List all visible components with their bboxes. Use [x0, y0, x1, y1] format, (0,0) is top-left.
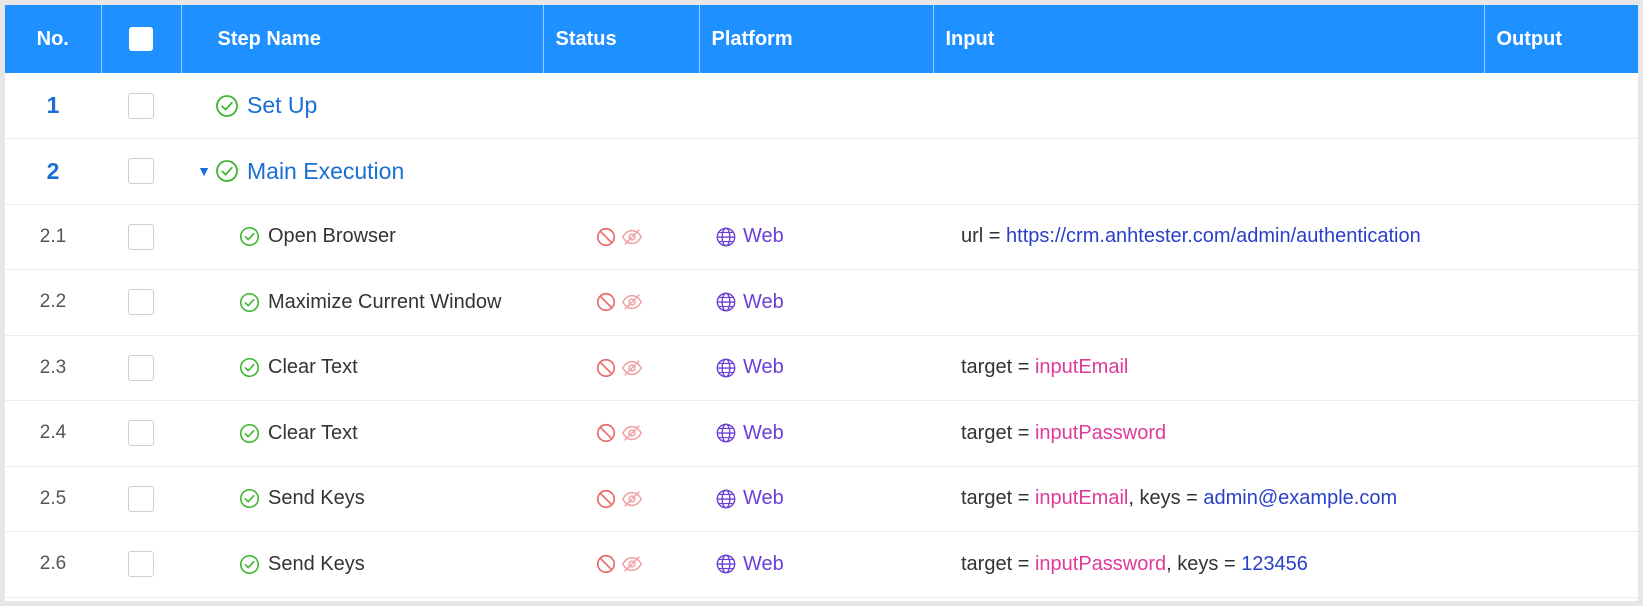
step-input: target = inputEmail: [961, 356, 1129, 379]
check-circle-icon: [215, 94, 239, 118]
table-row[interactable]: 2 ▼ Main Execution: [5, 139, 1638, 204]
row-checkbox[interactable]: [128, 289, 154, 316]
platform-label: Web: [743, 225, 784, 248]
table-row[interactable]: 2.1 Open Browser Web url = https://crm.a…: [5, 204, 1638, 270]
table-header-row: No. Step Name Status Platform Input Outp…: [5, 5, 1638, 73]
platform-label: Web: [743, 552, 784, 575]
step-table-frame: No. Step Name Status Platform Input Outp…: [5, 5, 1638, 601]
step-name[interactable]: Open Browser: [268, 225, 396, 248]
ban-icon[interactable]: [595, 291, 617, 313]
eye-off-icon[interactable]: [621, 422, 643, 444]
eye-off-icon[interactable]: [621, 291, 643, 313]
platform-label: Web: [743, 487, 784, 510]
check-circle-icon: [239, 554, 260, 575]
select-all-checkbox[interactable]: [129, 27, 153, 51]
step-name[interactable]: Clear Text: [268, 356, 358, 379]
row-checkbox[interactable]: [128, 485, 154, 512]
ban-icon[interactable]: [595, 422, 617, 444]
step-number: 2.1: [39, 225, 67, 247]
step-number: 2.6: [39, 553, 67, 575]
globe-icon: [715, 226, 737, 248]
table-row[interactable]: 1 Set Up: [5, 73, 1638, 139]
check-circle-icon: [215, 159, 239, 183]
check-circle-icon: [239, 226, 260, 247]
table-row[interactable]: 2.5 Send Keys Web target = inputEmail, k…: [5, 466, 1638, 532]
globe-icon: [715, 553, 737, 575]
check-circle-icon: [239, 357, 260, 378]
ban-icon[interactable]: [595, 357, 617, 379]
eye-off-icon[interactable]: [621, 488, 643, 510]
platform-label: Web: [743, 290, 784, 313]
input-keys-value: 123456: [1241, 552, 1308, 575]
row-checkbox[interactable]: [128, 420, 154, 447]
input-target-value: inputPassword: [1034, 552, 1167, 575]
step-number: 2.3: [39, 356, 67, 378]
step-output: [1484, 401, 1638, 467]
row-checkbox[interactable]: [128, 158, 154, 185]
row-checkbox[interactable]: [128, 223, 154, 250]
eye-off-icon[interactable]: [621, 357, 643, 379]
column-header-select-all[interactable]: [101, 5, 182, 73]
step-output: [1484, 335, 1638, 401]
check-circle-icon: [239, 423, 260, 444]
step-output: [1484, 466, 1638, 532]
globe-icon: [715, 422, 737, 444]
column-header-step-name[interactable]: Step Name: [181, 5, 544, 73]
platform-label: Web: [743, 356, 784, 379]
row-checkbox[interactable]: [128, 354, 154, 381]
eye-off-icon[interactable]: [621, 553, 643, 575]
table-row[interactable]: 2.2 Maximize Current Window Web: [5, 270, 1638, 336]
input-target-value: inputEmail: [1034, 487, 1129, 510]
input-keys-value: admin@example.com: [1203, 487, 1398, 510]
row-checkbox[interactable]: [128, 551, 154, 578]
table-row[interactable]: 2.3 Clear Text Web target = inputEmail: [5, 335, 1638, 401]
ban-icon[interactable]: [595, 226, 617, 248]
step-output: [1484, 532, 1638, 598]
check-circle-icon: [239, 292, 260, 313]
step-number: 2.5: [39, 487, 67, 509]
input-url-value: https://crm.anhtester.com/admin/authenti…: [1006, 225, 1421, 248]
table-row[interactable]: 2.6 Send Keys Web target = inputPassword…: [5, 532, 1638, 598]
table-row[interactable]: 2.4 Clear Text Web target = inputPasswor…: [5, 401, 1638, 467]
step-input: target = inputEmail, keys = admin@exampl…: [961, 487, 1398, 510]
column-header-no[interactable]: No.: [5, 5, 102, 73]
step-number: 2.4: [39, 422, 67, 444]
step-name[interactable]: Send Keys: [268, 487, 365, 510]
step-name[interactable]: Send Keys: [268, 553, 365, 576]
step-name[interactable]: Maximize Current Window: [268, 291, 501, 314]
step-name[interactable]: Set Up: [247, 92, 317, 119]
caret-down-icon[interactable]: ▼: [193, 163, 215, 179]
ban-icon[interactable]: [595, 488, 617, 510]
row-checkbox[interactable]: [128, 92, 154, 119]
step-input: url = https://crm.anhtester.com/admin/au…: [961, 225, 1421, 248]
globe-icon: [715, 357, 737, 379]
step-number: 2.2: [39, 291, 67, 313]
input-target-value: inputEmail: [1034, 356, 1129, 379]
step-name[interactable]: Clear Text: [268, 422, 358, 445]
step-output: [1484, 204, 1638, 270]
step-table: No. Step Name Status Platform Input Outp…: [5, 5, 1638, 598]
step-input: [933, 270, 1484, 336]
input-target-value: inputPassword: [1034, 421, 1167, 444]
globe-icon: [715, 488, 737, 510]
column-header-output[interactable]: Output: [1484, 5, 1638, 73]
step-output: [1484, 270, 1638, 336]
step-number: 2: [46, 157, 60, 184]
column-header-platform[interactable]: Platform: [699, 5, 934, 73]
step-input: target = inputPassword, keys = 123456: [961, 552, 1308, 575]
ban-icon[interactable]: [595, 553, 617, 575]
step-number: 1: [46, 92, 60, 118]
column-header-status[interactable]: Status: [543, 5, 700, 73]
platform-label: Web: [743, 421, 784, 444]
column-header-input[interactable]: Input: [933, 5, 1485, 73]
globe-icon: [715, 291, 737, 313]
check-circle-icon: [239, 488, 260, 509]
eye-off-icon[interactable]: [621, 226, 643, 248]
step-input: target = inputPassword: [961, 421, 1167, 444]
step-name[interactable]: Main Execution: [247, 158, 404, 185]
